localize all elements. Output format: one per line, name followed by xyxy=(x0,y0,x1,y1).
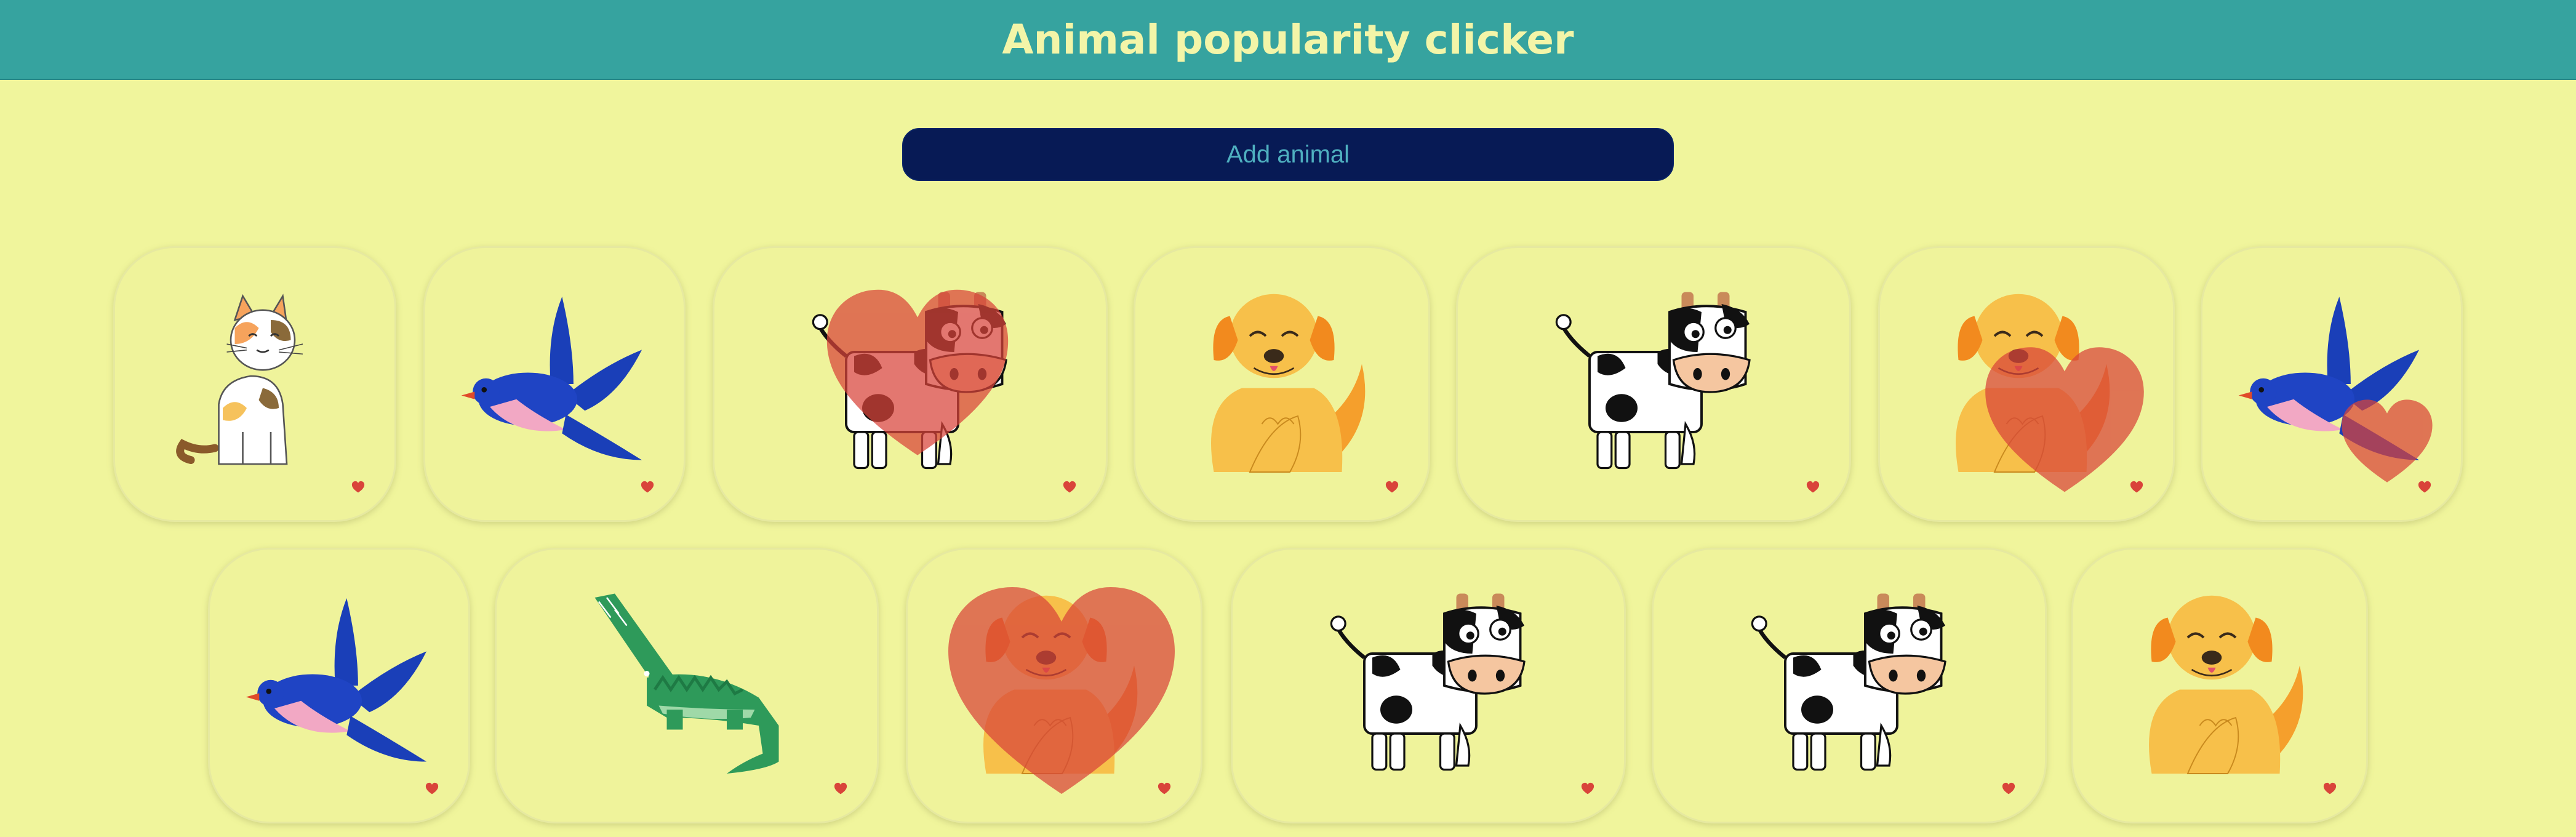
like-heart-icon[interactable] xyxy=(834,782,847,796)
like-heart-icon[interactable] xyxy=(641,481,654,494)
liked-heart-icon xyxy=(826,289,1009,455)
bird-icon xyxy=(246,598,427,762)
animal-card-dog[interactable] xyxy=(2071,548,2368,823)
animal-card-dog[interactable] xyxy=(906,548,1202,823)
animal-card-dog[interactable] xyxy=(1134,246,1430,522)
animal-card-crocodile[interactable] xyxy=(495,548,879,823)
page-title: Animal popularity clicker xyxy=(1002,15,1574,63)
animal-card-dog[interactable] xyxy=(1878,246,2175,522)
like-heart-icon[interactable] xyxy=(2002,782,2015,796)
like-heart-icon[interactable] xyxy=(1385,481,1399,494)
like-heart-icon[interactable] xyxy=(1063,481,1076,494)
dog-icon xyxy=(2149,595,2303,774)
dog-icon xyxy=(1211,294,1366,473)
liked-heart-icon xyxy=(1985,347,2144,492)
bird-icon xyxy=(461,296,642,460)
animal-card-cow[interactable] xyxy=(1231,548,1626,823)
liked-heart-icon xyxy=(2342,399,2433,483)
animal-card-bird[interactable] xyxy=(423,246,686,522)
like-heart-icon[interactable] xyxy=(1581,782,1594,796)
animal-card-cow[interactable] xyxy=(713,246,1108,522)
add-animal-button[interactable]: Add animal xyxy=(902,128,1674,181)
animal-card-cow[interactable] xyxy=(1456,246,1851,522)
cow-icon xyxy=(1555,292,1751,470)
animal-card-bird[interactable] xyxy=(2201,246,2463,522)
like-heart-icon[interactable] xyxy=(2323,782,2337,796)
animal-card-cat[interactable] xyxy=(113,246,396,522)
animal-card-bird[interactable] xyxy=(208,548,470,823)
like-heart-icon[interactable] xyxy=(1806,481,1820,494)
cat-icon xyxy=(176,294,303,465)
like-heart-icon[interactable] xyxy=(351,481,365,494)
liked-heart-icon xyxy=(948,587,1175,794)
cow-icon xyxy=(1330,593,1526,771)
crocodile-icon xyxy=(594,593,779,774)
app-header: Animal popularity clicker xyxy=(0,0,2576,80)
like-heart-icon[interactable] xyxy=(425,782,439,796)
animal-card-cow[interactable] xyxy=(1652,548,2047,823)
cow-icon xyxy=(1751,593,1946,771)
